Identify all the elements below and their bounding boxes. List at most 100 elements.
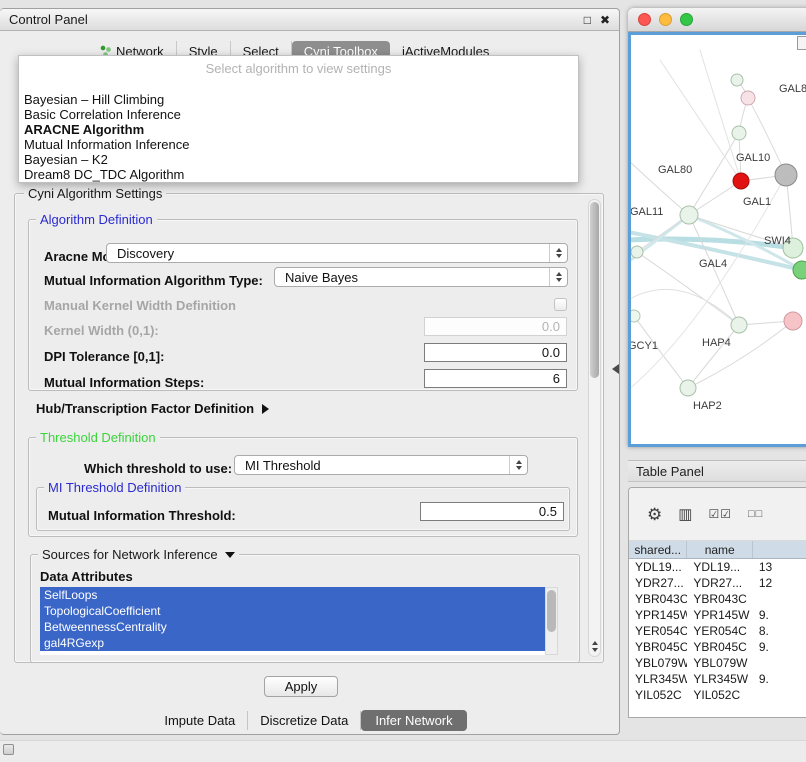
bottom-tab-infer-network[interactable]: Infer Network [361, 710, 466, 731]
which-threshold-value: MI Threshold [245, 458, 321, 473]
table-row[interactable]: YPR145WYPR145W9. [629, 607, 806, 623]
control-panel-titlebar[interactable]: Control Panel □ ✖ [0, 9, 619, 31]
table-cell: YIL052C [629, 687, 687, 703]
network-window-titlebar[interactable] [628, 8, 806, 32]
network-edge[interactable] [631, 289, 739, 325]
table-cell: YBR043C [687, 591, 752, 607]
gear-icon[interactable]: ⚙ [647, 506, 662, 523]
table-row[interactable]: YIL052CYIL052C [629, 687, 806, 703]
scrollbar-thumb[interactable] [547, 590, 556, 632]
scrollbar-thumb[interactable] [590, 202, 599, 378]
algorithm-option-basic-correlation-inference[interactable]: Basic Correlation Inference [19, 107, 578, 122]
bottom-tab-impute-data[interactable]: Impute Data [152, 711, 248, 730]
sources-title[interactable]: Sources for Network Inference [38, 547, 239, 562]
settings-scrollbar[interactable] [588, 199, 601, 657]
network-node[interactable] [732, 126, 746, 140]
network-edge[interactable] [689, 215, 739, 325]
algorithm-dropdown-popup: Select algorithm to view settings Bayesi… [18, 55, 579, 183]
table-cell: YDR27... [687, 575, 752, 591]
table-panel-header[interactable]: Table Panel [628, 460, 806, 482]
aracne-mode-select[interactable]: Discovery [106, 243, 568, 263]
network-node[interactable] [631, 310, 640, 322]
control-panel-window: Control Panel □ ✖ NetworkStyleSelectCyni… [0, 8, 620, 735]
attribute-list-item[interactable]: SelfLoops [40, 587, 545, 603]
network-edge[interactable] [688, 325, 739, 388]
hub-definition-section[interactable]: Hub/Transcription Factor Definition [36, 401, 269, 416]
table-cell [753, 687, 806, 703]
mi-algorithm-type-value: Naive Bayes [285, 270, 358, 285]
network-node[interactable] [680, 206, 698, 224]
select-all-icon[interactable]: ☑☑ [708, 508, 732, 520]
table-row[interactable]: YER054CYER054C8. [629, 623, 806, 639]
dpi-tolerance-field[interactable] [424, 343, 567, 362]
table-row[interactable]: YLR345WYLR345W9. [629, 671, 806, 687]
split-pane-collapse-icon[interactable] [612, 364, 619, 374]
network-edge[interactable] [689, 133, 739, 215]
table-cell [753, 655, 806, 671]
network-node[interactable] [680, 380, 696, 396]
network-view-window: GAL8GAL80GAL10GAL11GAL1SWI4GAL4GCY1HAP4H… [628, 8, 806, 447]
attribute-list-item[interactable]: TopologicalCoefficient [40, 603, 545, 619]
clear-selection-icon[interactable]: □□ [748, 509, 763, 520]
table-cell: 8. [753, 623, 806, 639]
algorithm-option-bayesian-hill-climbing[interactable]: Bayesian – Hill Climbing [19, 92, 578, 107]
algorithm-option-aracne-algorithm[interactable]: ARACNE Algorithm [19, 122, 578, 137]
network-node[interactable] [775, 164, 797, 186]
bottom-tab-discretize-data[interactable]: Discretize Data [248, 711, 361, 730]
table-cell: YPR145W [629, 607, 687, 623]
kernel-width-field[interactable] [424, 317, 567, 336]
close-window-icon[interactable]: ✖ [600, 14, 610, 26]
scrollbar-arrows[interactable] [589, 641, 600, 652]
zoom-traffic-light-icon[interactable] [680, 13, 693, 26]
network-node[interactable] [731, 74, 743, 86]
table-row[interactable]: YDL19...YDL19...13 [629, 559, 806, 575]
network-node[interactable] [741, 91, 755, 105]
bottom-left-panel-icon[interactable] [3, 744, 14, 755]
table-cell: 9. [753, 639, 806, 655]
close-traffic-light-icon[interactable] [638, 13, 651, 26]
minimize-traffic-light-icon[interactable] [659, 13, 672, 26]
table-cell: YLR345W [687, 671, 752, 687]
table-row[interactable]: YBR045CYBR045C9. [629, 639, 806, 655]
which-threshold-label: Which threshold to use: [84, 461, 232, 476]
columns-icon[interactable]: ▥ [678, 507, 692, 522]
network-edge[interactable] [700, 50, 741, 181]
float-window-icon[interactable]: □ [584, 14, 591, 26]
table-column-header[interactable]: name [687, 541, 753, 558]
network-node[interactable] [731, 317, 747, 333]
network-node[interactable] [631, 246, 643, 258]
mi-algorithm-type-select[interactable]: Naive Bayes [274, 267, 568, 287]
apply-button[interactable]: Apply [264, 676, 338, 697]
attribute-list-item[interactable]: BetweennessCentrality [40, 619, 545, 635]
algorithm-option-bayesian-k2[interactable]: Bayesian – K2 [19, 152, 578, 167]
expand-right-icon[interactable] [262, 404, 269, 414]
threshold-definition-title: Threshold Definition [36, 430, 160, 445]
attribute-list[interactable]: SelfLoopsTopologicalCoefficientBetweenne… [40, 587, 545, 655]
table-row[interactable]: YBR043CYBR043C [629, 591, 806, 607]
attribute-list-item[interactable]: gal4RGexp [40, 635, 545, 651]
attribute-list-scrollbar[interactable] [545, 587, 558, 655]
manual-kernel-width-checkbox[interactable] [554, 298, 567, 311]
table-row[interactable]: YDR27...YDR27...12 [629, 575, 806, 591]
table-cell: YBR045C [687, 639, 752, 655]
network-graph[interactable]: GAL8GAL80GAL10GAL11GAL1SWI4GAL4GCY1HAP4H… [631, 35, 806, 444]
algorithm-option-dream8-dc-tdc-algorithm[interactable]: Dream8 DC_TDC Algorithm [19, 167, 578, 182]
network-node[interactable] [733, 173, 749, 189]
combo-arrows-icon [549, 244, 567, 262]
network-node[interactable] [793, 261, 806, 279]
mi-steps-field[interactable] [424, 369, 567, 388]
table-row[interactable]: YBL079WYBL079W [629, 655, 806, 671]
which-threshold-select[interactable]: MI Threshold [234, 455, 528, 475]
collapse-down-icon[interactable] [225, 552, 235, 558]
table-column-header[interactable] [753, 541, 806, 558]
algorithm-option-mutual-information-inference[interactable]: Mutual Information Inference [19, 137, 578, 152]
hub-definition-label: Hub/Transcription Factor Definition [36, 401, 254, 416]
mi-threshold-field[interactable] [420, 502, 564, 521]
network-overview-box[interactable] [797, 36, 806, 50]
algorithm-definition-title: Algorithm Definition [36, 212, 157, 227]
mi-threshold-title-text: MI Threshold Definition [48, 480, 181, 495]
sources-title-text: Sources for Network Inference [42, 547, 218, 562]
network-node[interactable] [784, 312, 802, 330]
table-column-header[interactable]: shared... [629, 541, 687, 558]
network-edge[interactable] [660, 60, 741, 181]
